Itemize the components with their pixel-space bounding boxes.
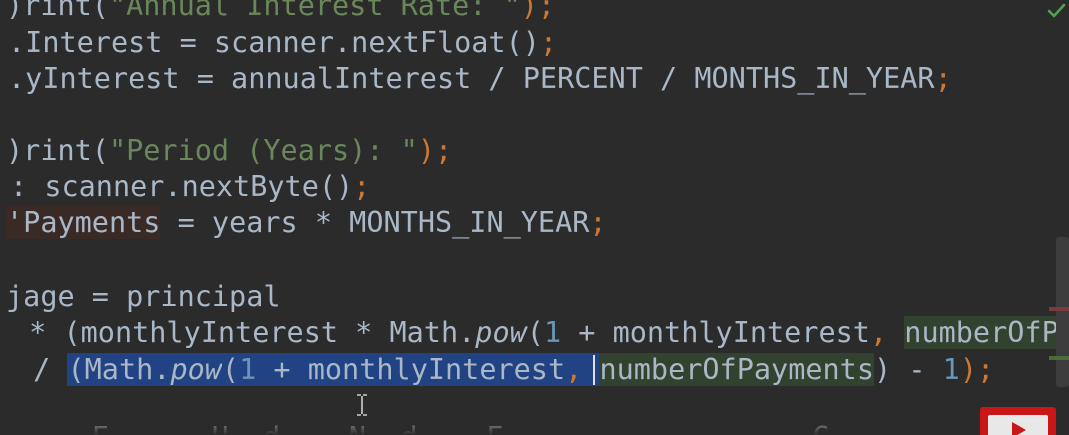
vertical-scrollbar[interactable] — [1056, 237, 1069, 387]
text-caret — [593, 355, 595, 385]
code-line[interactable]: * (monthlyInterest * Math.pow(1 + monthl… — [12, 315, 1069, 351]
code-token: "Annual Interest Rate: " — [108, 0, 521, 22]
code-line[interactable]: / (Math.pow(1 + monthlyInterest, numberO… — [16, 352, 994, 388]
code-token: ; — [934, 62, 952, 95]
code-token: "Period (Years): " — [108, 134, 418, 167]
code-token: 1 — [942, 353, 960, 386]
code-token: ( — [221, 353, 240, 386]
code-token: = years * MONTHS_IN_YEAR — [160, 206, 590, 239]
code-token: ); — [417, 134, 453, 167]
code-token: pow — [170, 353, 222, 386]
code-token: , — [869, 316, 905, 349]
code-line[interactable]: )rint("Period (Years): "); — [6, 133, 452, 169]
code-token: ; — [589, 206, 607, 239]
code-token: : scanner.nextByte() — [10, 170, 354, 203]
code-token: 'Payments — [6, 206, 161, 239]
code-token: ); — [959, 353, 995, 386]
play-button[interactable] — [980, 407, 1056, 435]
code-token: / — [16, 353, 68, 386]
code-token: numberOfPa — [904, 316, 1069, 349]
code-token: + monthlyInterest — [256, 353, 566, 386]
code-line[interactable]: 'Payments = years * MONTHS_IN_YEAR; — [6, 205, 607, 241]
code-line[interactable]: .yInterest = annualInterest / PERCENT / … — [8, 61, 952, 97]
code-line[interactable]: : scanner.nextByte(); — [10, 169, 370, 205]
code-token: ( — [526, 316, 544, 349]
code-token: numberOfPayments — [599, 353, 874, 386]
code-line[interactable]: jage = principal — [6, 279, 281, 315]
code-token: .Interest = scanner.nextFloat() — [8, 26, 540, 59]
error-stripe-marker[interactable] — [1049, 307, 1069, 311]
play-icon — [1012, 422, 1026, 435]
code-line[interactable]: )rint("Annual Interest Rate: "); — [6, 0, 555, 24]
play-button-inner — [988, 415, 1048, 435]
code-token: 1 — [543, 316, 562, 349]
code-token: ; — [539, 26, 558, 59]
code-token: * (monthlyInterest * Math. — [12, 316, 476, 349]
code-token: .yInterest = annualInterest / PERCENT / … — [8, 62, 935, 95]
code-token: jage = principal — [6, 280, 281, 313]
code-token: ) - — [874, 353, 943, 386]
bottom-fade — [0, 415, 1069, 435]
ibeam-cursor-icon — [357, 394, 367, 416]
code-editor[interactable]: )rint("Annual Interest Rate: "); .Interes… — [0, 0, 1069, 435]
code-token: 1 — [239, 353, 257, 386]
code-token: ); — [520, 0, 556, 22]
code-token: (Math. — [67, 353, 171, 386]
check-icon — [1047, 3, 1066, 18]
code-line[interactable]: .Interest = scanner.nextFloat(); — [8, 25, 557, 61]
code-token: )rint( — [6, 134, 109, 167]
code-token: + monthlyInterest — [561, 316, 870, 349]
code-token: pow — [475, 316, 527, 349]
code-token: )rint( — [6, 0, 109, 22]
code-token: ; — [353, 170, 371, 203]
change-stripe-marker[interactable] — [1049, 356, 1069, 360]
